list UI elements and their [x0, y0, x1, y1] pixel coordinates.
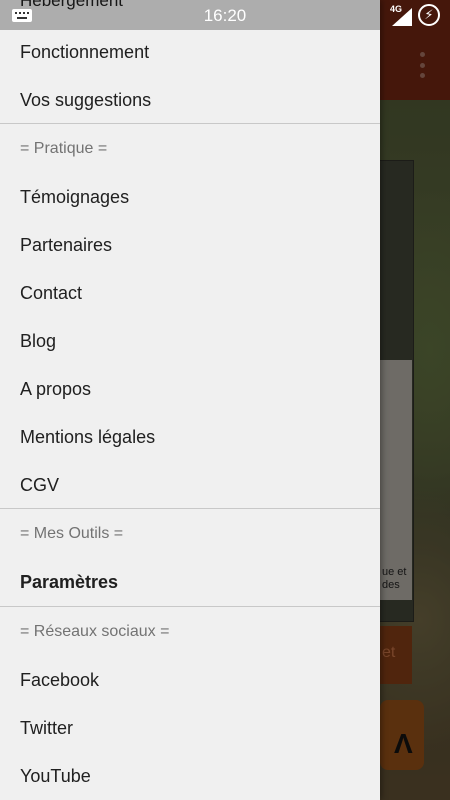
drawer-item-a-propos[interactable]: A propos [0, 365, 380, 413]
status-bar: 16:20 4G ⚡ [0, 0, 450, 30]
drawer-item-vos-suggestions[interactable]: Vos suggestions [0, 76, 380, 124]
status-time: 16:20 [203, 6, 247, 25]
divider [0, 123, 380, 124]
drawer-item-youtube[interactable]: YouTube [0, 752, 380, 800]
divider [0, 508, 380, 509]
section-header-reseaux-sociaux: = Réseaux sociaux = [20, 623, 170, 640]
section-header-mes-outils: = Mes Outils = [20, 525, 124, 542]
section-header-pratique: = Pratique = [20, 140, 108, 157]
battery-charging-icon: ⚡ [418, 4, 440, 26]
drawer-item-facebook[interactable]: Facebook [0, 656, 380, 704]
signal-icon: 4G [388, 4, 412, 26]
drawer-item-parametres[interactable]: Paramètres [0, 558, 380, 606]
divider [0, 606, 380, 607]
drawer-item-mentions-legales[interactable]: Mentions légales [0, 413, 380, 461]
drawer-item-blog[interactable]: Blog [0, 317, 380, 365]
drawer-item-partenaires[interactable]: Partenaires [0, 221, 380, 269]
signal-strength-icon [392, 8, 412, 26]
drawer-item-fonctionnement[interactable]: Fonctionnement [0, 28, 380, 76]
drawer-item-contact[interactable]: Contact [0, 269, 380, 317]
drawer-item-twitter[interactable]: Twitter [0, 704, 380, 752]
drawer-item-cgv[interactable]: CGV [0, 461, 380, 509]
drawer-item-temoignages[interactable]: Témoignages [0, 173, 380, 221]
navigation-drawer: Hébergement Fonctionnement Vos suggestio… [0, 0, 380, 800]
